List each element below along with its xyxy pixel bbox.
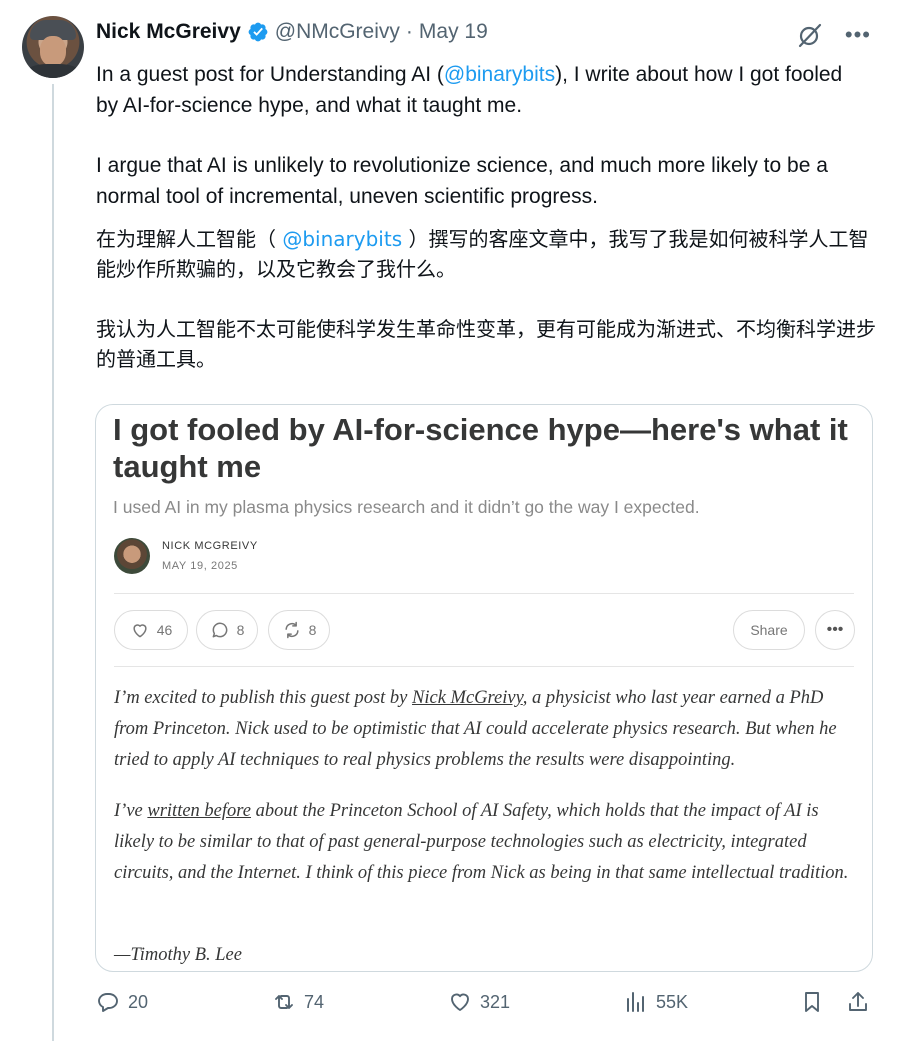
- translation-paragraph-1: 在为理解人工智能（ @binarybits ）撰写的客座文章中，我写了我是如何被…: [96, 224, 876, 284]
- article-author-avatar: [114, 538, 150, 574]
- verified-badge-icon: [248, 22, 268, 42]
- written-before-link[interactable]: written before: [147, 801, 251, 821]
- heart-icon: [451, 993, 469, 1011]
- mention-link[interactable]: @binarybits: [282, 227, 402, 251]
- author-avatar[interactable]: [22, 16, 84, 78]
- bookmark-button[interactable]: [800, 990, 824, 1014]
- bookmark-icon: [805, 992, 819, 1012]
- like-count: 46: [156, 622, 173, 638]
- separator: ·: [405, 20, 413, 43]
- avatar-shirt: [26, 64, 80, 78]
- restack-pill[interactable]: 8: [268, 610, 330, 650]
- card-more-button[interactable]: •••: [815, 610, 855, 650]
- article-paragraph-2: I’ve written before about the Princeton …: [114, 796, 859, 889]
- tweet-paragraph-2: I argue that AI is unlikely to revolutio…: [96, 154, 828, 208]
- share-button[interactable]: [846, 990, 870, 1014]
- heart-icon: [133, 624, 147, 638]
- views-button[interactable]: 55K: [624, 990, 688, 1014]
- comment-icon: [212, 622, 228, 638]
- author-name[interactable]: Nick McGreivy: [96, 20, 241, 44]
- comment-count: 8: [236, 622, 245, 638]
- article-card[interactable]: I got fooled by AI-for-science hype—here…: [95, 404, 873, 972]
- author-handle[interactable]: @NMcGreivy: [275, 20, 400, 44]
- tweet-header: Nick McGreivy @NMcGreivy · May 19: [96, 18, 488, 46]
- tweet-date[interactable]: May 19: [419, 20, 488, 44]
- tweet-text: In a guest post for Understanding AI (@b…: [96, 60, 866, 242]
- thread-line: [52, 84, 54, 1041]
- divider: [114, 666, 854, 667]
- share-icon: [849, 992, 867, 1011]
- tweet-actions: 20 74 321 55K: [96, 990, 876, 1022]
- divider: [114, 593, 854, 594]
- article-paragraph-1: I’m excited to publish this guest post b…: [114, 683, 859, 776]
- article-date: MAY 19, 2025: [162, 560, 238, 572]
- header-actions: •••: [797, 22, 871, 48]
- views-count: 55K: [656, 991, 689, 1012]
- reply-icon: [98, 993, 118, 1012]
- restack-icon: [285, 621, 299, 639]
- reply-count: 20: [128, 991, 149, 1012]
- repost-button[interactable]: 74: [272, 990, 324, 1014]
- text-segment: 在为理解人工智能（: [96, 227, 283, 251]
- like-button[interactable]: 321: [448, 990, 510, 1014]
- article-title[interactable]: I got fooled by AI-for-science hype—here…: [113, 411, 858, 485]
- like-count: 321: [480, 991, 511, 1012]
- tweet-translation: 在为理解人工智能（ @binarybits ）撰写的客座文章中，我写了我是如何被…: [96, 224, 876, 404]
- translation-paragraph-2: 我认为人工智能不太可能使科学发生革命性变革，更有可能成为渐进式、不均衡科学进步的…: [96, 317, 876, 371]
- repost-icon: [275, 995, 293, 1009]
- text-segment: I’ve: [114, 801, 148, 821]
- card-share-button[interactable]: Share: [733, 610, 805, 650]
- text-segment: I’m excited to publish this guest post b…: [114, 688, 413, 708]
- avatar-face: [40, 36, 66, 66]
- article-signoff: —Timothy B. Lee: [114, 945, 242, 965]
- comment-pill[interactable]: 8: [196, 610, 258, 650]
- article-author: NICK MCGREIVY: [162, 540, 258, 552]
- more-icon[interactable]: •••: [845, 24, 871, 46]
- text-segment: In a guest post for Understanding AI (: [96, 63, 444, 86]
- mention-link[interactable]: @binarybits: [444, 63, 555, 86]
- views-icon: [627, 992, 644, 1012]
- tweet-paragraph-1: In a guest post for Understanding AI (@b…: [96, 60, 866, 121]
- article-subtitle: I used AI in my plasma physics research …: [113, 497, 700, 517]
- repost-count: 74: [304, 991, 325, 1012]
- like-pill[interactable]: 46: [114, 610, 188, 650]
- author-link[interactable]: Nick McGreivy: [412, 688, 523, 708]
- restack-count: 8: [308, 622, 317, 638]
- reply-button[interactable]: 20: [96, 990, 148, 1014]
- grok-icon[interactable]: [797, 22, 823, 48]
